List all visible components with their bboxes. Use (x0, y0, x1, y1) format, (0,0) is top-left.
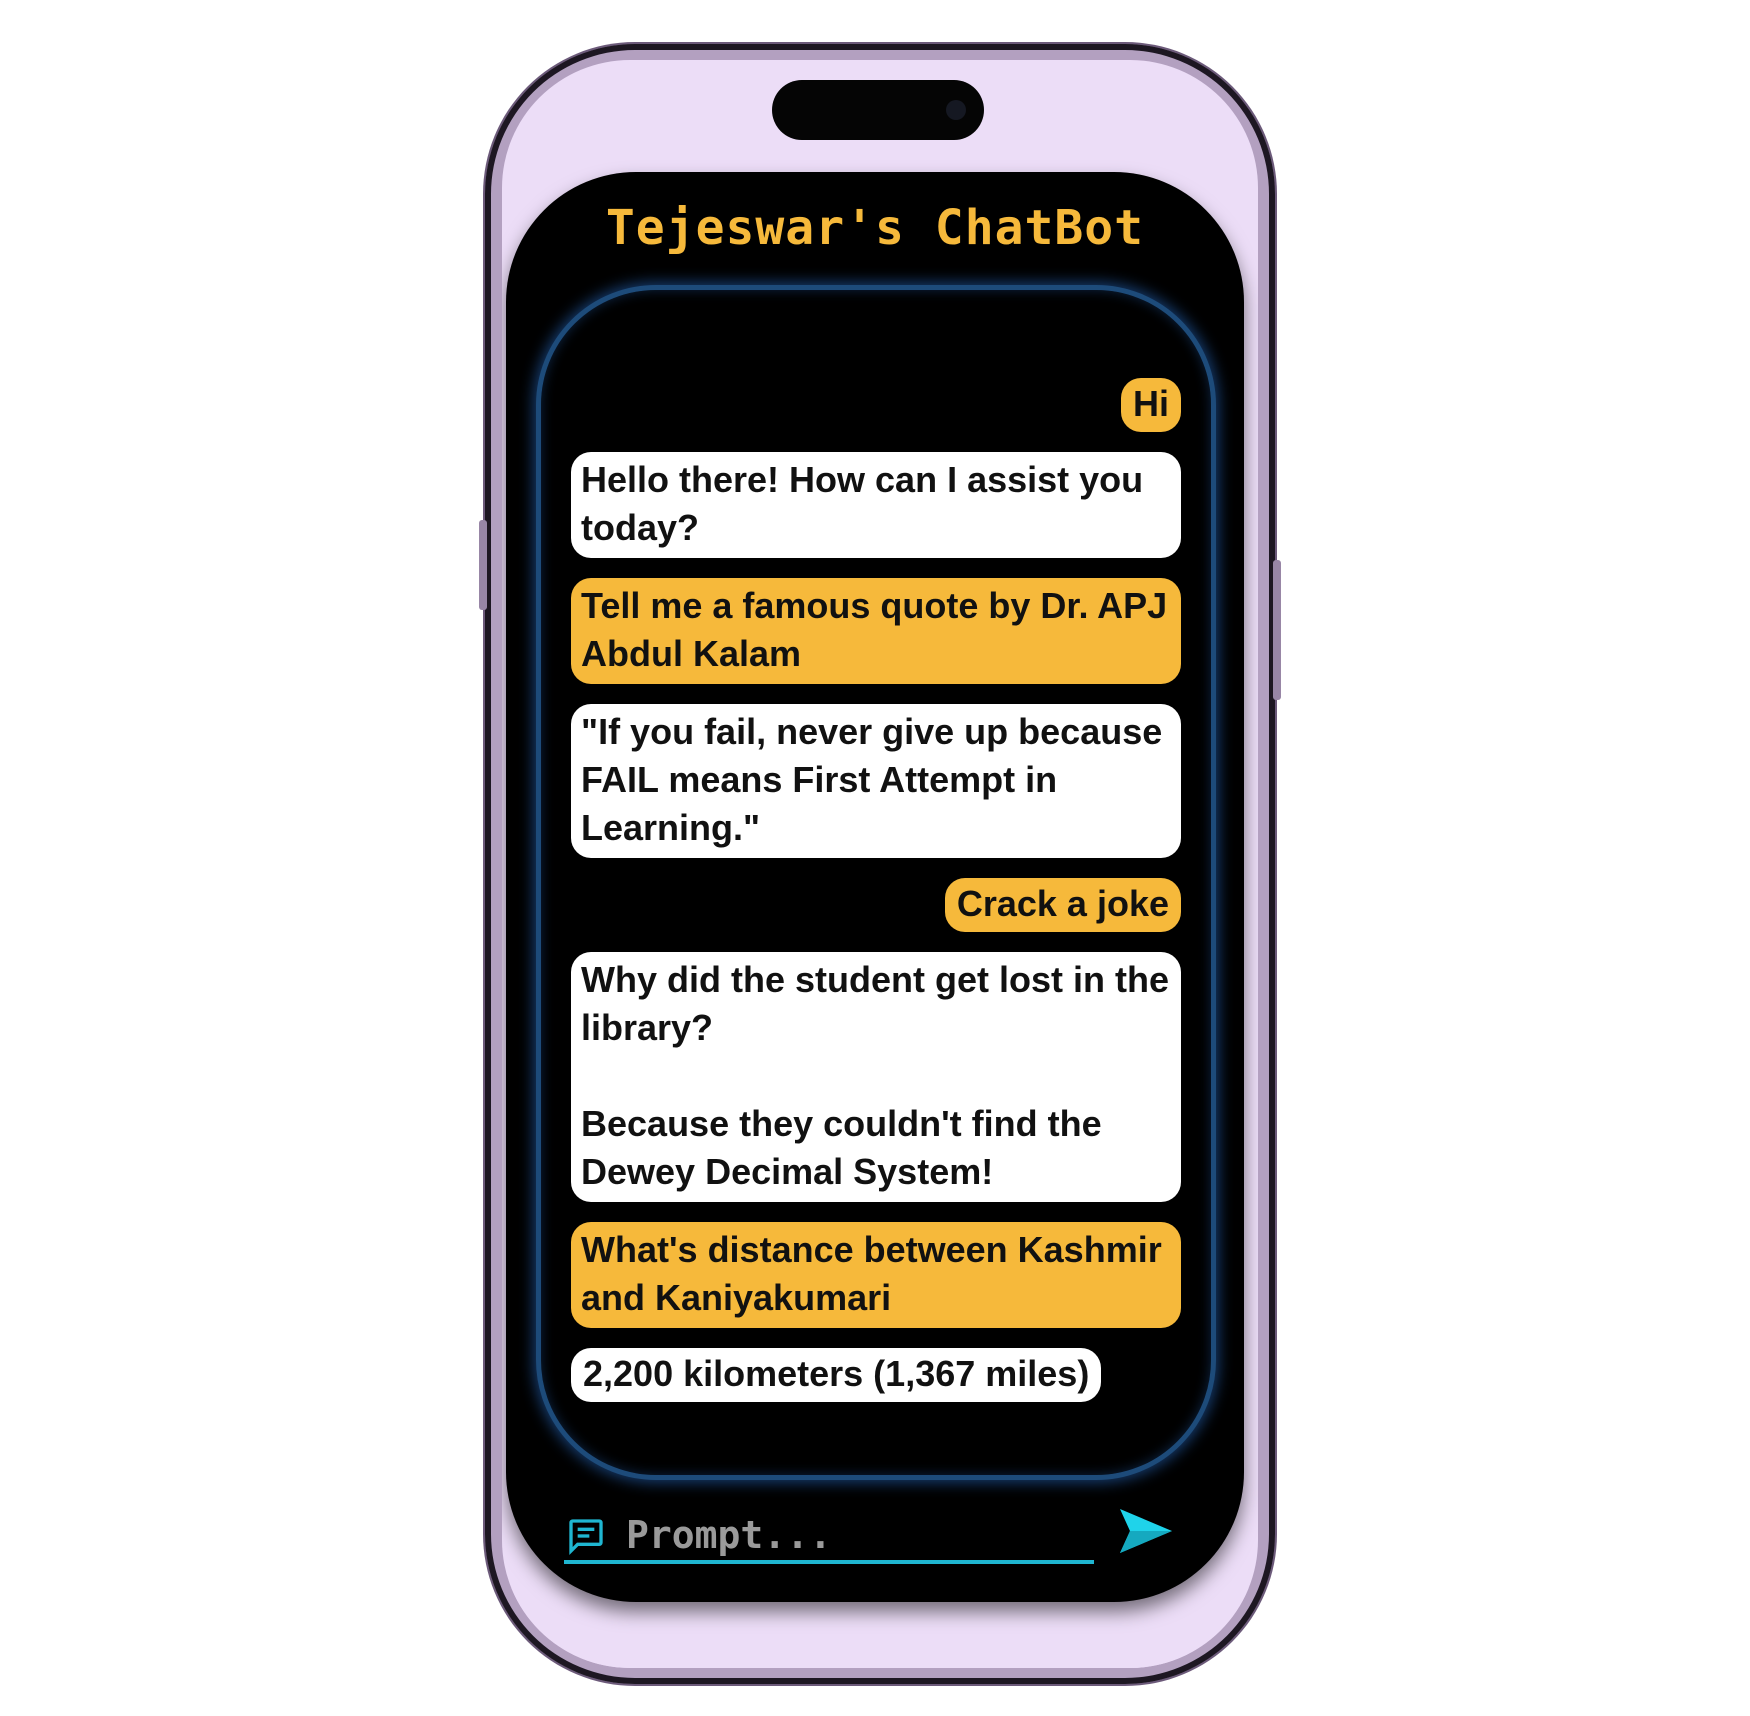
prompt-row (564, 1512, 1094, 1564)
camera-icon (946, 100, 966, 120)
chatbot-app: Tejeswar's ChatBot Hi Hello there! How c… (506, 172, 1244, 1602)
send-icon[interactable] (1118, 1507, 1174, 1555)
side-button-right (1273, 560, 1281, 700)
bot-message: Hello there! How can I assist you today? (571, 452, 1181, 558)
user-message: Crack a joke (944, 878, 1181, 932)
chat-panel[interactable]: Hi Hello there! How can I assist you tod… (536, 285, 1216, 1480)
app-title: Tejeswar's ChatBot (605, 200, 1145, 256)
chat-bubble-icon (569, 1519, 603, 1556)
user-message: Hi (1121, 378, 1181, 432)
bot-message: 2,200 kilometers (1,367 miles) (571, 1348, 1102, 1402)
bot-message: Why did the student get lost in the libr… (571, 952, 1181, 1202)
side-button-left (479, 520, 487, 610)
dynamic-island (772, 80, 984, 140)
user-message: What's distance between Kashmir and Kani… (571, 1222, 1181, 1328)
prompt-input[interactable] (626, 1512, 1086, 1558)
bot-message: "If you fail, never give up because FAIL… (571, 704, 1181, 858)
phone-screen: Tejeswar's ChatBot Hi Hello there! How c… (502, 60, 1258, 1668)
user-message: Tell me a famous quote by Dr. APJ Abdul … (571, 578, 1181, 684)
message-list: Hi Hello there! How can I assist you tod… (571, 378, 1181, 1402)
